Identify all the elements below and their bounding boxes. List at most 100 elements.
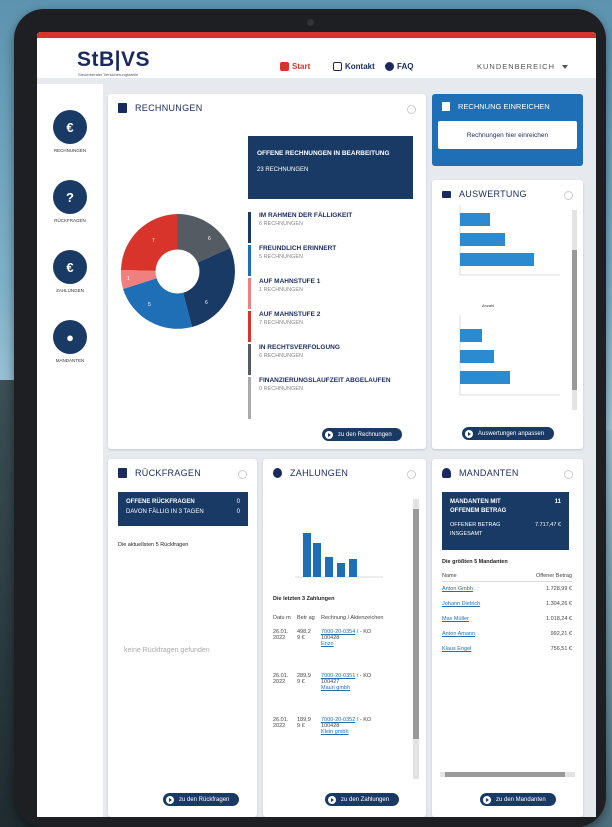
arrow-right-icon — [325, 430, 333, 439]
payment-amount: 289,9 9 € — [297, 673, 311, 685]
legend-item[interactable]: FINANZIERUNGSLAUFZEIT ABGELAUFEN 0 RECHN… — [248, 377, 413, 419]
invoice-euro-icon: € — [53, 110, 87, 144]
no-queries-message: keine Rückfragen gefunden — [124, 647, 210, 654]
person-icon: ● — [53, 320, 87, 354]
mandanten-card: MANDANTEN MANDANTEN MIT OFFENEM BETRAG 1… — [432, 459, 583, 817]
arrow-right-icon — [166, 795, 174, 804]
pie-label: 5 — [148, 302, 151, 308]
client-link[interactable]: Anton Gmbh — [442, 586, 473, 601]
top-clients-label: Die größten 5 Mandanten — [442, 559, 508, 565]
to-clients-button[interactable]: zu den Mandanten — [480, 793, 556, 806]
chart-bar — [460, 371, 510, 384]
adjust-analytics-label: Auswertungen anpassen — [478, 430, 545, 437]
nav-kontakt[interactable]: Kontakt — [333, 62, 375, 71]
adjust-analytics-button[interactable]: Auswertungen anpassen — [462, 427, 555, 440]
rechnungen-title: RECHNUNGEN — [118, 103, 203, 113]
to-invoices-button[interactable]: zu den Rechnungen — [322, 428, 402, 441]
legend-count: 7 RECHNUNGEN — [259, 320, 304, 326]
table-row[interactable]: 26.01. 2022 189,9 9 € 7000-20-0352 / - K… — [273, 717, 408, 761]
scroll-thumb[interactable] — [445, 772, 565, 777]
help-icon[interactable] — [407, 105, 416, 114]
legend-item[interactable]: FREUNDLICH ERINNERT 5 RECHNUNGEN — [248, 245, 413, 276]
clients-open-count: 11 — [554, 499, 561, 505]
chart-bar — [460, 233, 505, 246]
legend-title: FREUNDLICH ERINNERT — [259, 245, 337, 252]
auswertung-title-text: AUSWERTUNG — [459, 189, 527, 199]
submit-invoice-button[interactable]: Rechnungen hier einreichen — [438, 121, 577, 149]
invoice-pie-chart: 7 6 6 5 1 — [120, 214, 235, 329]
invoice-icon — [118, 103, 127, 113]
client-link[interactable]: Max Müller — [442, 616, 469, 631]
client-link[interactable]: Johann Dietrich — [442, 601, 480, 616]
kundenbereich-label: KUNDENBEREICH — [477, 62, 556, 71]
to-queries-button[interactable]: zu den Rückfragen — [163, 793, 240, 806]
client-link[interactable]: Klaus Engel — [442, 646, 471, 661]
help-icon[interactable] — [238, 470, 247, 479]
table-header: Name Offener Betrag — [442, 573, 572, 582]
sidebar-item-rueckfragen[interactable]: ? RÜCKFRAGEN — [37, 180, 103, 223]
rueckfragen-card: RÜCKFRAGEN OFFENE RÜCKFRAGEN 0 DAVON FÄLL… — [108, 459, 257, 817]
table-row[interactable]: 26.01. 2022 289,9 9 € 7000-20-0351 / - K… — [273, 673, 408, 717]
to-payments-button[interactable]: zu den Zahlungen — [325, 793, 400, 806]
legend-item[interactable]: AUF MAHNSTUFE 2 7 RECHNUNGEN — [248, 311, 413, 342]
clients-open-box[interactable]: MANDANTEN MIT OFFENEM BETRAG 11 OFFENER … — [442, 492, 569, 550]
chevron-down-icon — [562, 64, 569, 69]
nav-start[interactable]: Start — [280, 62, 310, 71]
scroll-thumb[interactable] — [572, 250, 577, 390]
client-amount: 992,21 € — [550, 631, 572, 637]
help-icon[interactable] — [564, 470, 573, 479]
payments-scrollbar[interactable] — [413, 499, 419, 779]
clients-hscrollbar[interactable] — [440, 772, 575, 777]
client-amount: 1.018,24 € — [546, 616, 572, 622]
open-invoices-box[interactable]: OFFENE RECHNUNGEN IN BEARBEITUNG 23 RECH… — [248, 136, 413, 199]
sidebar-item-mandanten[interactable]: ● MANDANTEN — [37, 320, 103, 363]
client-amount: 756,51 € — [550, 646, 572, 652]
nav-faq[interactable]: FAQ — [385, 62, 413, 71]
logo-subtitle: Steuerberater Versicherungsstelle — [78, 72, 139, 77]
client-link[interactable]: Klein gmbh — [321, 729, 349, 735]
open-queries-box[interactable]: OFFENE RÜCKFRAGEN 0 DAVON FÄLLIG IN 3 TAG… — [118, 492, 248, 526]
client-link[interactable]: Enzo — [321, 641, 334, 647]
legend-count: 6 RECHNUNGEN — [259, 221, 304, 227]
table-header: Datu m Betr ag Rechnung / Aktenzeichen — [273, 615, 408, 621]
payment-date: 26.01. 2022 — [273, 673, 289, 685]
table-row[interactable]: Johann Dietrich 1.304,26 € — [442, 601, 572, 616]
table-row[interactable]: Anton Amann 992,21 € — [442, 631, 572, 646]
table-row[interactable]: Klaus Engel 756,51 € — [442, 646, 572, 661]
legend-item[interactable]: AUF MAHNSTUFE 1 1 RECHNUNGEN — [248, 278, 413, 309]
sidebar-item-rechnungen[interactable]: € RECHNUNGEN — [37, 110, 103, 153]
nav-start-label: Start — [292, 62, 311, 71]
auswertung-scrollbar[interactable] — [572, 210, 577, 410]
submit-invoice-title: RECHNUNG EINREICHEN — [442, 102, 550, 111]
zahlungen-title: ZAHLUNGEN — [273, 468, 348, 478]
logo[interactable]: StB|VS Steuerberater Versicherungsstelle — [77, 48, 150, 77]
submit-invoice-card: RECHNUNG EINREICHEN Rechnungen hier einr… — [432, 94, 583, 166]
legend-item[interactable]: IM RAHMEN DER FÄLLIGKEIT 6 RECHNUNGEN — [248, 212, 413, 243]
arrow-right-icon — [328, 795, 336, 804]
question-icon — [118, 468, 127, 478]
latest-queries-label: Die aktuellsten 5 Rückfragen — [118, 542, 189, 548]
client-link[interactable]: Mauri gmbh — [321, 685, 350, 691]
help-icon[interactable] — [407, 470, 416, 479]
open-queries-count: 0 — [236, 499, 240, 505]
rechnungen-title-text: RECHNUNGEN — [135, 103, 203, 113]
table-row[interactable]: Max Müller 1.018,24 € — [442, 616, 572, 631]
chart-bar — [460, 350, 494, 363]
payment-icon: € — [53, 250, 87, 284]
mandanten-title: MANDANTEN — [442, 468, 519, 478]
to-clients-label: zu den Mandanten — [496, 796, 546, 803]
sidebar-item-zahlungen[interactable]: € ZAHLUNGEN — [37, 250, 103, 293]
kundenbereich-dropdown[interactable]: KUNDENBEREICH — [477, 62, 569, 71]
payment-icon — [273, 468, 282, 478]
legend-count: 0 RECHNUNGEN — [259, 386, 304, 392]
legend-item[interactable]: IN RECHTSVERFOLGUNG 6 RECHNUNGEN — [248, 344, 413, 375]
client-link[interactable]: Anton Amann — [442, 631, 475, 646]
pie-label: 6 — [208, 236, 211, 242]
due-queries-count: 0 — [236, 509, 240, 515]
to-payments-label: zu den Zahlungen — [341, 796, 390, 803]
table-row[interactable]: 26.01. 2022 498,2 9 € 7000-20-0354 / - K… — [273, 629, 408, 673]
table-row[interactable]: Anton Gmbh 1.728,99 € — [442, 586, 572, 601]
payment-date: 26.01. 2022 — [273, 717, 289, 729]
help-icon[interactable] — [564, 191, 573, 200]
scroll-thumb[interactable] — [413, 509, 419, 739]
